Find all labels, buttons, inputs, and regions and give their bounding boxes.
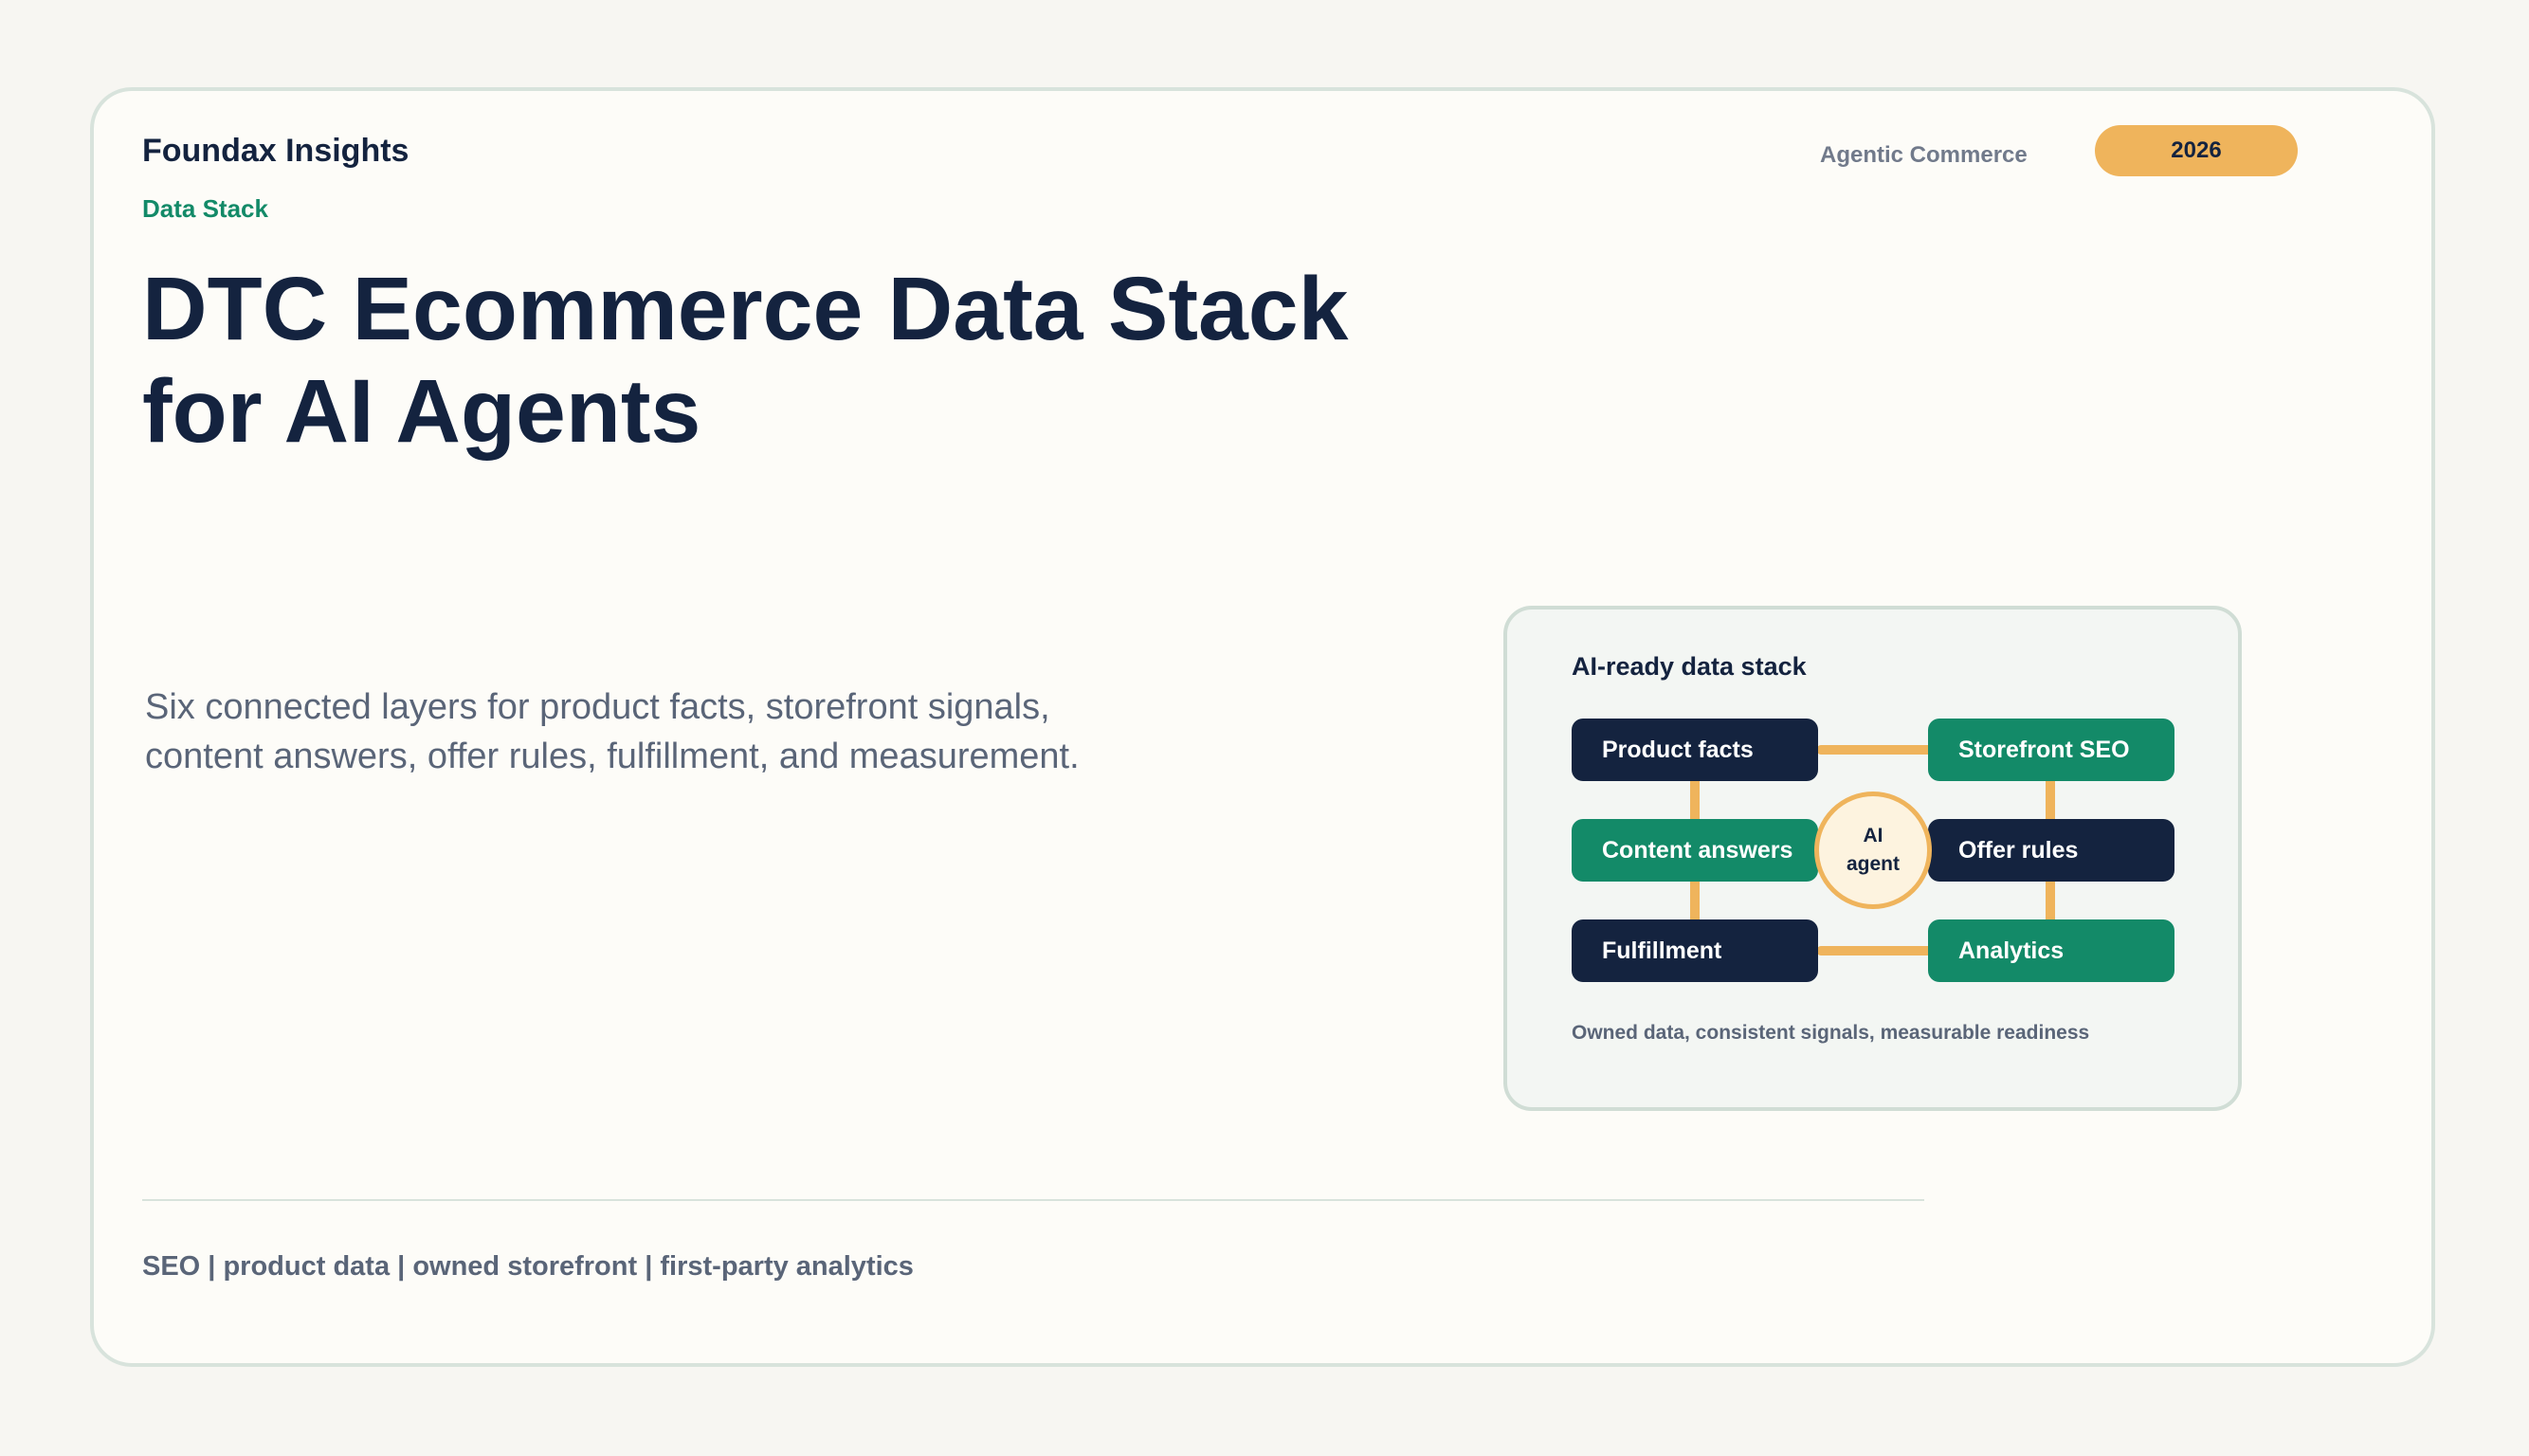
page-title-line-1: DTC Ecommerce Data Stack <box>142 259 1349 359</box>
node-fulfillment: Fulfillment <box>1572 919 1818 982</box>
hub-label-line-2: agent <box>1846 853 1900 875</box>
node-product-facts: Product facts <box>1572 719 1818 781</box>
panel-caption: Owned data, consistent signals, measurab… <box>1572 1022 2090 1044</box>
page-title-line-2: for AI Agents <box>142 361 701 462</box>
connector-storefront-offer <box>2046 777 2055 825</box>
section-kicker: Data Stack <box>142 194 268 223</box>
connector-offer-analytics <box>2046 876 2055 925</box>
ai-agent-hub: AI agent <box>1814 792 1932 909</box>
node-offer-rules: Offer rules <box>1928 819 2174 882</box>
node-content-answers: Content answers <box>1572 819 1818 882</box>
year-badge: 2026 <box>2095 125 2298 176</box>
hub-label-line-1: AI <box>1863 825 1883 846</box>
connector-fulfillment-analytics <box>1817 946 1933 956</box>
connector-product-content <box>1690 777 1700 825</box>
page-subtitle: Six connected layers for product facts, … <box>145 682 1283 781</box>
topic-tag: Agentic Commerce <box>1820 142 2028 168</box>
page-title: DTC Ecommerce Data Stack for AI Agents <box>142 258 1469 463</box>
brand-name: Foundax Insights <box>142 133 409 169</box>
subtitle-line-1: Six connected layers for product facts, … <box>145 687 1050 727</box>
subtitle-line-2: content answers, offer rules, fulfillmen… <box>145 737 1080 776</box>
connector-content-fulfillment <box>1690 876 1700 925</box>
footer-divider <box>142 1199 1924 1201</box>
panel-title: AI-ready data stack <box>1572 652 1807 681</box>
node-analytics: Analytics <box>1928 919 2174 982</box>
node-storefront-seo: Storefront SEO <box>1928 719 2174 781</box>
connector-product-storefront <box>1817 745 1933 755</box>
footer-keywords: SEO | product data | owned storefront | … <box>142 1251 914 1282</box>
